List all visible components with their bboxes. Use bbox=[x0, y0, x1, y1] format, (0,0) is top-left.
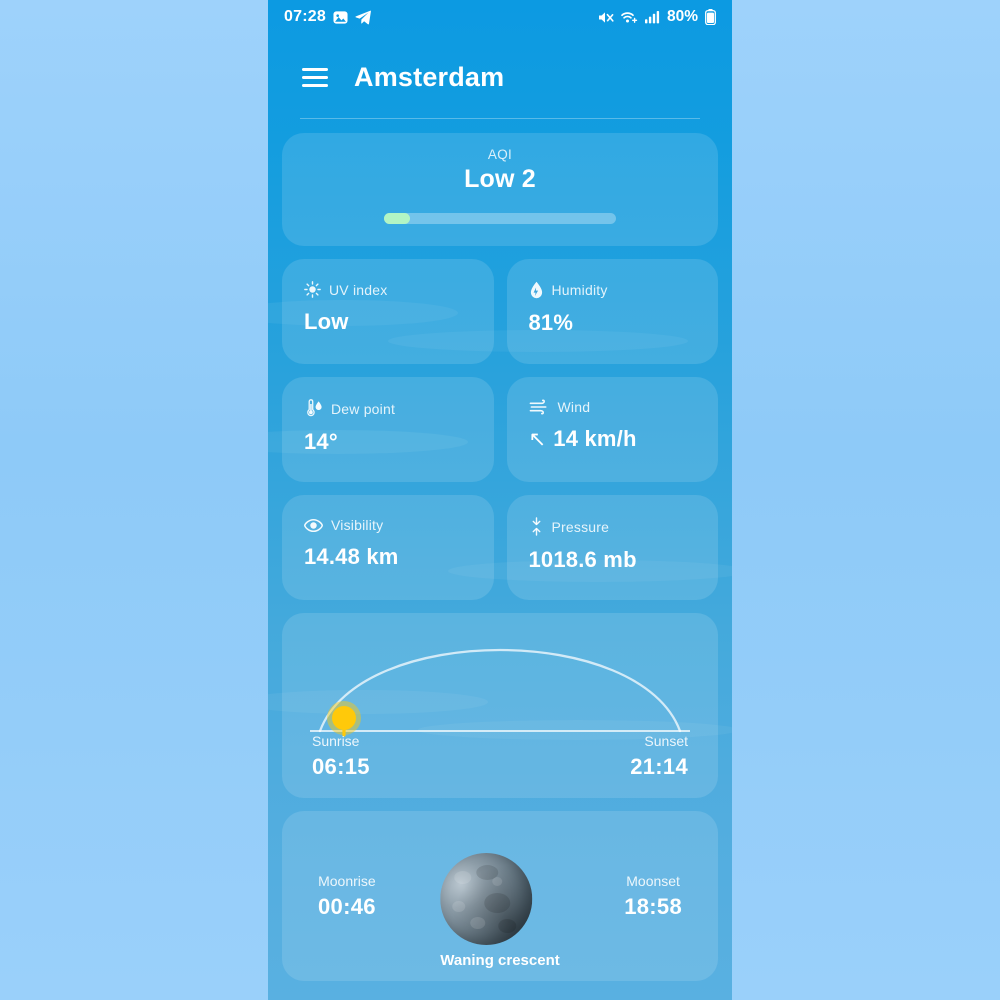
uv-index-card[interactable]: UV index Low bbox=[282, 259, 494, 364]
moon-phase-block: Waning crescent bbox=[440, 853, 560, 969]
sunrise-sunset-card[interactable]: Sunrise 06:15 Sunset 21:14 bbox=[282, 613, 718, 798]
sun-path-arc bbox=[318, 649, 682, 733]
metrics-row-1: UV index Low Humidity 81% bbox=[282, 259, 718, 364]
hamburger-menu-icon[interactable] bbox=[302, 68, 328, 87]
metrics-row-3: Visibility 14.48 km Pressure 1018.6 mb bbox=[282, 495, 718, 600]
sunrise-time: 06:15 bbox=[312, 754, 370, 779]
page-root: 07:28 80% Amsterdam AQI Low 2 UV index L… bbox=[0, 0, 1000, 1000]
aqi-progress-track bbox=[384, 213, 616, 224]
main-content: AQI Low 2 UV index Low Humidity 81% Dew … bbox=[268, 119, 732, 981]
visibility-label: Visibility bbox=[331, 517, 384, 533]
dew-point-value: 14° bbox=[304, 429, 338, 454]
battery-icon bbox=[705, 9, 716, 25]
aqi-card[interactable]: AQI Low 2 bbox=[282, 133, 718, 246]
humidity-card[interactable]: Humidity 81% bbox=[506, 259, 718, 364]
aqi-value: Low 2 bbox=[464, 165, 536, 193]
uv-index-label: UV index bbox=[329, 281, 388, 298]
wind-head: Wind bbox=[529, 399, 697, 415]
wind-value: 14 km/h bbox=[553, 426, 637, 451]
wifi-icon bbox=[621, 11, 638, 23]
sunset-label: Sunset bbox=[644, 733, 688, 749]
wind-icon bbox=[529, 399, 547, 415]
pressure-head: Pressure bbox=[529, 517, 697, 536]
pressure-icon bbox=[532, 517, 540, 536]
humidity-label: Humidity bbox=[551, 282, 608, 298]
telegram-icon bbox=[355, 10, 371, 24]
battery-percent-label: 80% bbox=[666, 8, 698, 25]
dew-point-head: Dew point bbox=[304, 399, 472, 418]
sun-icon bbox=[304, 281, 321, 298]
app-header: Amsterdam bbox=[268, 34, 732, 93]
photo-icon bbox=[333, 10, 348, 24]
phone-screen: 07:28 80% Amsterdam AQI Low 2 UV index L… bbox=[268, 0, 732, 1000]
status-bar-left: 07:28 bbox=[284, 8, 371, 26]
aqi-progress-fill bbox=[384, 213, 410, 224]
metrics-row-2: Dew point 14° Wind ↖ 14 km/h bbox=[282, 377, 718, 482]
signal-icon bbox=[644, 11, 660, 24]
moonrise-block: Moonrise 00:46 bbox=[318, 873, 376, 920]
uv-index-head: UV index bbox=[304, 281, 472, 298]
uv-index-value: Low bbox=[304, 309, 349, 334]
dew-point-label: Dew point bbox=[331, 400, 396, 417]
moonrise-label: Moonrise bbox=[318, 872, 376, 889]
pressure-card[interactable]: Pressure 1018.6 mb bbox=[506, 495, 718, 600]
sunset-block: Sunset 21:14 bbox=[630, 733, 688, 780]
visibility-head: Visibility bbox=[304, 517, 472, 533]
mute-icon bbox=[598, 11, 614, 23]
moon-card[interactable]: Moonrise 00:46 Moonset 18:58 Waning cres… bbox=[282, 811, 718, 981]
visibility-value: 14.48 km bbox=[304, 544, 399, 569]
sun-times: Sunrise 06:15 Sunset 21:14 bbox=[282, 733, 718, 780]
moonrise-time: 00:46 bbox=[318, 893, 376, 919]
eye-icon bbox=[304, 518, 323, 532]
sun-marker bbox=[332, 706, 356, 730]
sunset-time: 21:14 bbox=[630, 754, 688, 779]
pressure-value: 1018.6 mb bbox=[528, 547, 637, 572]
moon-phase-label: Waning crescent bbox=[440, 952, 560, 969]
visibility-card[interactable]: Visibility 14.48 km bbox=[282, 495, 494, 600]
sunrise-label: Sunrise bbox=[312, 733, 360, 749]
wind-value-row: ↖ 14 km/h bbox=[529, 426, 697, 452]
thermometer-droplet-icon bbox=[307, 399, 322, 417]
aqi-label: AQI bbox=[487, 147, 513, 162]
wind-direction-arrow: ↖ bbox=[528, 427, 547, 451]
dew-point-card[interactable]: Dew point 14° bbox=[282, 377, 494, 482]
page-title: Amsterdam bbox=[354, 62, 505, 92]
moonset-label: Moonset bbox=[626, 872, 680, 889]
moonset-block: Moonset 18:58 bbox=[624, 873, 682, 920]
pressure-label: Pressure bbox=[551, 518, 610, 535]
humidity-head: Humidity bbox=[529, 281, 697, 299]
status-bar-right: 80% bbox=[598, 8, 716, 26]
droplet-icon bbox=[530, 281, 542, 299]
status-bar-clock: 07:28 bbox=[284, 8, 326, 25]
moonset-time: 18:58 bbox=[624, 893, 682, 919]
wind-label: Wind bbox=[557, 399, 591, 415]
humidity-value: 81% bbox=[528, 310, 574, 335]
moon-icon bbox=[440, 853, 533, 945]
sunrise-block: Sunrise 06:15 bbox=[312, 733, 370, 780]
status-bar: 07:28 80% bbox=[268, 0, 732, 34]
wind-card[interactable]: Wind ↖ 14 km/h bbox=[506, 377, 718, 482]
